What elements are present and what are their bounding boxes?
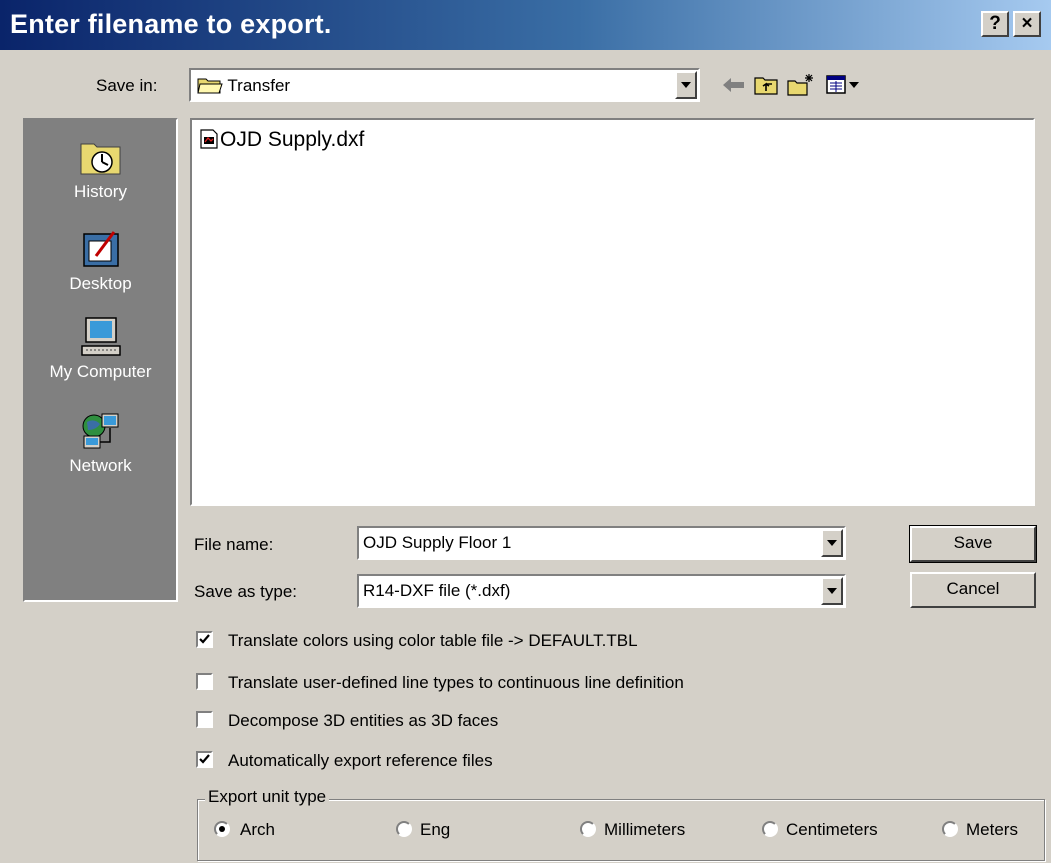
- history-icon: [80, 143, 120, 175]
- dxf-file-icon: [200, 129, 218, 149]
- export-reference-files-checkbox[interactable]: [196, 751, 213, 768]
- decompose-3d-label: Decompose 3D entities as 3D faces: [228, 711, 499, 730]
- window-title: Enter filename to export.: [10, 9, 332, 39]
- checkmark-icon: [199, 634, 210, 644]
- save-as-type-value: R14-DXF file (*.dxf): [363, 581, 511, 600]
- save-in-dropdown-button[interactable]: [675, 71, 697, 99]
- translate-line-types-label: Translate user-defined line types to con…: [228, 673, 684, 692]
- save-as-type-label: Save as type:: [194, 582, 298, 601]
- save-in-label: Save in:: [96, 76, 158, 95]
- meters-radio[interactable]: [942, 821, 958, 837]
- translate-colors-checkbox[interactable]: [196, 631, 213, 648]
- save-as-type-combobox[interactable]: R14-DXF file (*.dxf): [357, 574, 846, 608]
- save-button[interactable]: Save: [909, 525, 1037, 563]
- centimeters-radio[interactable]: [762, 821, 778, 837]
- file-name-dropdown-button[interactable]: [821, 529, 843, 557]
- file-list[interactable]: OJD Supply.dxf: [190, 118, 1035, 506]
- places-my-computer[interactable]: My Computer: [25, 316, 176, 382]
- translate-colors-label: Translate colors using color table file …: [228, 631, 638, 650]
- file-name-combobox[interactable]: OJD Supply Floor 1: [357, 526, 846, 560]
- eng-radio[interactable]: [396, 821, 412, 837]
- save-as-type-dropdown-button[interactable]: [821, 577, 843, 605]
- decompose-3d-checkbox[interactable]: [196, 711, 213, 728]
- places-network[interactable]: Network: [25, 410, 176, 476]
- translate-line-types-checkbox[interactable]: [196, 673, 213, 690]
- file-item-name: OJD Supply.dxf: [220, 128, 365, 151]
- places-history[interactable]: History: [25, 136, 176, 202]
- eng-label: Eng: [420, 820, 451, 839]
- meters-label: Meters: [966, 820, 1018, 839]
- back-arrow-icon[interactable]: [720, 72, 748, 98]
- cancel-button[interactable]: Cancel: [910, 572, 1036, 608]
- folder-icon: [197, 78, 223, 94]
- millimeters-label: Millimeters: [604, 820, 686, 839]
- close-button[interactable]: ×: [1013, 11, 1041, 37]
- file-item[interactable]: OJD Supply.dxf: [200, 128, 364, 152]
- millimeters-radio[interactable]: [580, 821, 596, 837]
- arch-label: Arch: [240, 820, 275, 839]
- help-button[interactable]: ?: [981, 11, 1009, 37]
- view-menu-icon[interactable]: [825, 72, 863, 98]
- checkmark-icon: [199, 754, 210, 764]
- save-in-value: Transfer: [227, 76, 291, 95]
- my-computer-icon: [80, 317, 121, 356]
- places-desktop[interactable]: Desktop: [25, 228, 176, 294]
- new-folder-icon[interactable]: [786, 72, 816, 98]
- desktop-icon: [82, 231, 119, 267]
- places-my-computer-label: My Computer: [49, 362, 152, 381]
- places-history-label: History: [74, 182, 127, 201]
- arch-radio[interactable]: [214, 821, 230, 837]
- places-bar: History Desktop My Computer Network: [23, 118, 178, 602]
- places-network-label: Network: [69, 456, 132, 475]
- save-in-combobox[interactable]: Transfer: [189, 68, 700, 102]
- centimeters-label: Centimeters: [786, 820, 878, 839]
- file-name-value: OJD Supply Floor 1: [363, 533, 512, 552]
- file-name-label: File name:: [194, 535, 274, 554]
- title-bar: Enter filename to export. ? ×: [0, 0, 1051, 50]
- network-icon: [82, 413, 118, 449]
- up-folder-icon[interactable]: [753, 72, 781, 98]
- export-unit-legend: Export unit type: [205, 787, 330, 807]
- export-reference-files-label: Automatically export reference files: [228, 751, 493, 770]
- places-desktop-label: Desktop: [69, 274, 132, 293]
